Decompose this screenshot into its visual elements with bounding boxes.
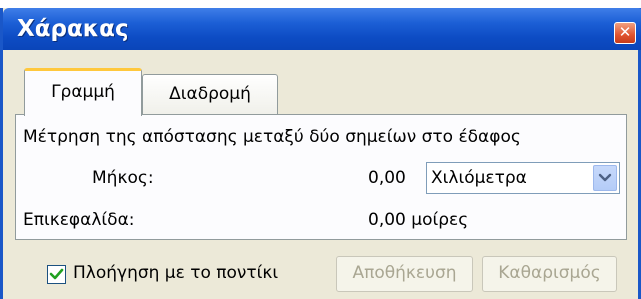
- save-button-label: Αποθήκευση: [352, 263, 457, 283]
- heading-label: Επικεφαλίδα:: [23, 210, 135, 230]
- window-title: Χάρακας: [17, 16, 129, 42]
- description-text: Μέτρηση της απόστασης μεταξύ δύο σημείων…: [23, 127, 521, 147]
- tab-line[interactable]: Γραμμή: [24, 68, 142, 116]
- unit-select-value: Χιλιόμετρα: [431, 168, 527, 188]
- tab-path-label: Διαδρομή: [169, 84, 251, 104]
- save-button[interactable]: Αποθήκευση: [336, 256, 473, 292]
- title-bar[interactable]: Χάρακας ✕: [3, 8, 641, 50]
- checkmark-icon: [49, 268, 64, 280]
- length-value: 0,00: [368, 168, 406, 188]
- chevron-down-icon[interactable]: [593, 165, 617, 191]
- line-tab-panel: Μέτρηση της απόστασης μεταξύ δύο σημείων…: [15, 114, 627, 240]
- heading-value: 0,00 μοίρες: [368, 210, 469, 230]
- ruler-window: Χάρακας ✕ Γραμμή Διαδρομή Μέτρηση της απ…: [0, 8, 641, 299]
- clear-button-label: Καθαρισμός: [498, 263, 601, 283]
- tab-line-label: Γραμμή: [51, 82, 115, 102]
- length-label: Μήκος:: [92, 168, 154, 188]
- unit-select[interactable]: Χιλιόμετρα: [426, 162, 620, 194]
- close-icon[interactable]: ✕: [614, 22, 636, 44]
- clear-button[interactable]: Καθαρισμός: [482, 256, 617, 292]
- mouse-navigation-checkbox[interactable]: [47, 265, 66, 284]
- tab-path[interactable]: Διαδρομή: [142, 74, 278, 114]
- mouse-navigation-label[interactable]: Πλοήγηση με το ποντίκι: [73, 263, 278, 283]
